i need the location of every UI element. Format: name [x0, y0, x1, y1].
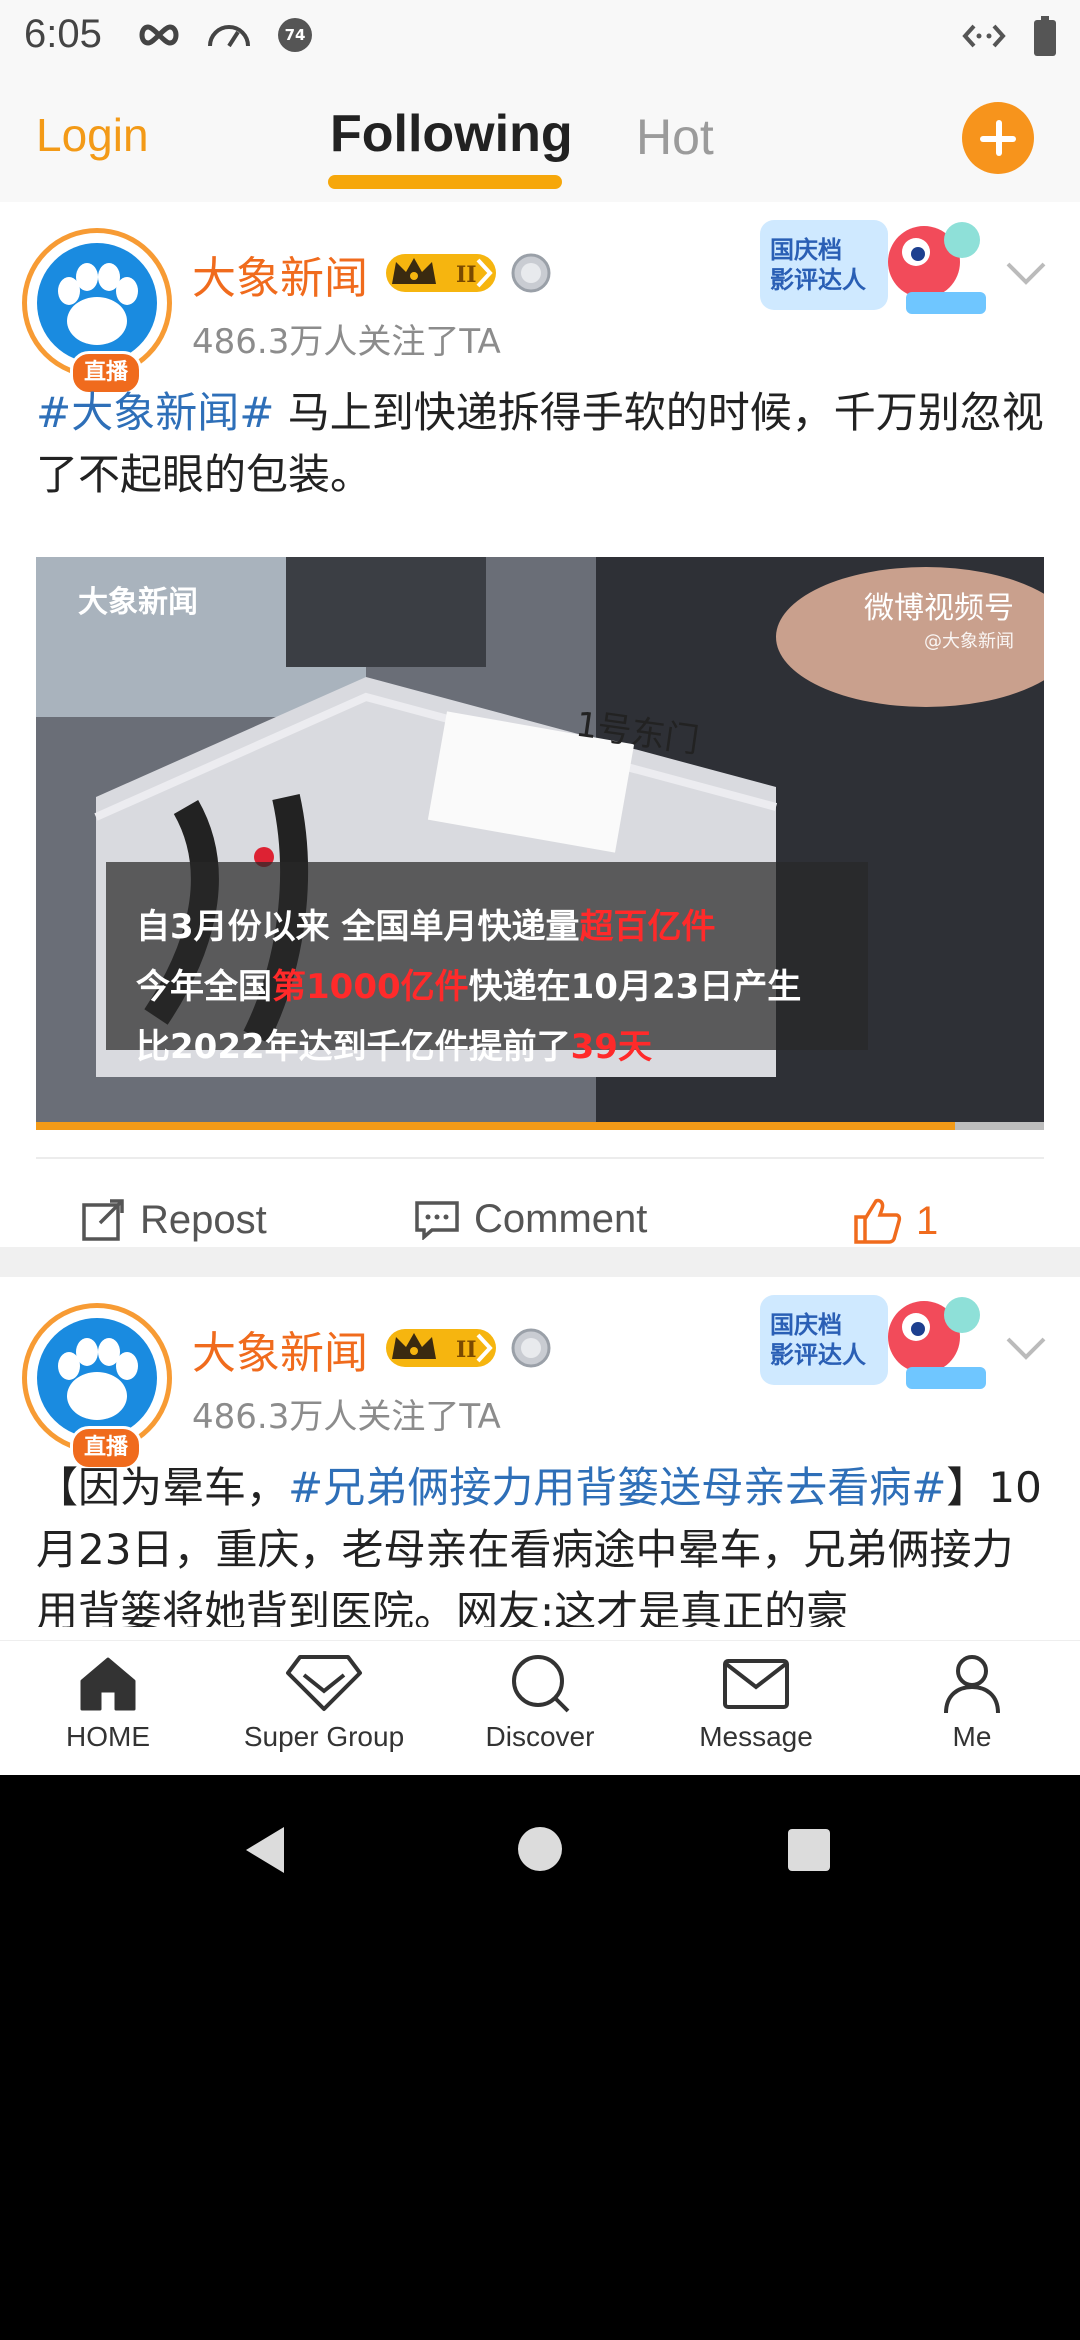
post-text-prefix: 【因为晕车， [36, 1463, 289, 1512]
search-icon [512, 1655, 570, 1713]
video-player[interactable]: 大象新闻 微博视频号 @大象新闻 1号东门 自3月份以来 全国单月快递量超百亿件… [36, 557, 1044, 1122]
bottom-tab-bar: HOME Super Group Discover Message Me [0, 1640, 1080, 1775]
promo-badge-mascot-icon[interactable]: 国庆档影评达人 [756, 212, 1006, 322]
top-navigation: Login Following Hot [0, 72, 1080, 204]
speedometer-icon [208, 25, 250, 48]
watermark-handle: @大象新闻 [924, 631, 1014, 652]
channel-logo-watermark: 大象新闻 [78, 585, 198, 620]
promo-badge-mascot-icon[interactable]: 国庆档影评达人 [756, 1287, 1006, 1397]
notification-badge-icon: 74 [278, 18, 312, 52]
vip-level: II [456, 262, 477, 288]
battery-icon [1034, 16, 1056, 56]
tab-message-label: Message [699, 1721, 813, 1752]
home-circle-icon[interactable] [516, 1825, 564, 1873]
recents-square-icon[interactable] [786, 1827, 832, 1873]
tab-me-label: Me [952, 1721, 992, 1752]
status-time: 6:05 [24, 12, 102, 56]
tab-home-label: HOME [66, 1721, 150, 1752]
tab-following[interactable]: Following [330, 104, 573, 164]
notification-badge-count: 74 [284, 26, 306, 44]
system-navigation-bar [0, 1775, 1080, 1925]
post-separator [0, 1247, 1080, 1277]
follower-count: 486.3万人关注了TA [192, 1397, 501, 1437]
divider [36, 1157, 1044, 1159]
medal-icon [511, 253, 551, 293]
paw-logo-icon [58, 1338, 138, 1420]
tab-message[interactable]: Message [648, 1651, 864, 1753]
comment-icon [415, 1200, 459, 1240]
code-icon [962, 24, 1006, 48]
caption-line-3: 比2022年达到千亿件提前了39天 [136, 1027, 652, 1067]
weibo-app: 6:05 74 Login Following Hot 直播 大象新闻 II 4… [0, 0, 1080, 1775]
follower-count: 486.3万人关注了TA [192, 322, 501, 362]
like-button[interactable]: 1 [852, 1197, 938, 1245]
tab-hot[interactable]: Hot [636, 108, 714, 166]
tab-me[interactable]: Me [864, 1651, 1080, 1753]
status-bar: 6:05 74 [0, 0, 1080, 72]
hashtag-link[interactable]: #兄弟俩接力用背篓送母亲去看病# [288, 1463, 946, 1512]
medal-icon [511, 1328, 551, 1368]
caption-line-1: 自3月份以来 全国单月快递量超百亿件 [136, 907, 716, 947]
repost-label: Repost [140, 1197, 267, 1242]
vip-crown-icon: II [386, 254, 496, 292]
tab-discover[interactable]: Discover [432, 1651, 648, 1753]
avatar[interactable]: 直播 [22, 1303, 172, 1470]
avatar[interactable]: 直播 [22, 228, 172, 395]
active-tab-indicator [328, 175, 562, 189]
comment-button[interactable]: Comment [414, 1197, 647, 1242]
tab-home[interactable]: HOME [0, 1651, 216, 1753]
watermark-title: 微博视频号 [864, 591, 1014, 626]
tab-super-group-label: Super Group [243, 1721, 405, 1752]
weibo-video-watermark: 微博视频号 @大象新闻 [864, 583, 1014, 653]
post-content[interactable]: #大象新闻# 马上到快递拆得手软的时候，千万别忽视了不起眼的包装。 [36, 382, 1046, 506]
hashtag-link[interactable]: #大象新闻# [36, 388, 274, 437]
chevron-down-icon[interactable] [1004, 258, 1048, 288]
thumbs-up-icon [854, 1198, 902, 1244]
diamond-icon [286, 1655, 362, 1711]
post-content[interactable]: 【因为晕车，#兄弟俩接力用背篓送母亲去看病#】10月23日，重庆，老母亲在看病途… [36, 1457, 1046, 1627]
chevron-down-icon[interactable] [1004, 1333, 1048, 1363]
compose-plus-button[interactable] [962, 102, 1034, 174]
tab-super-group[interactable]: Super Group [216, 1651, 432, 1753]
vip-level: II [456, 1337, 477, 1363]
caption-line-2: 今年全国第1000亿件快递在10月23日产生 [136, 967, 802, 1007]
back-icon[interactable] [240, 1823, 290, 1877]
video-progress-bar [36, 1122, 955, 1130]
author-name[interactable]: 大象新闻 [192, 242, 368, 306]
like-count: 1 [916, 1198, 939, 1243]
repost-button[interactable]: Repost [80, 1197, 267, 1243]
mail-icon [723, 1659, 789, 1709]
author-name[interactable]: 大象新闻 [192, 1317, 368, 1381]
comment-label: Comment [474, 1197, 648, 1241]
person-icon [944, 1655, 1000, 1714]
feed-post[interactable]: 直播 大象新闻 II 486.3万人关注了TA 国庆档影评达人 【因为晕车，#兄… [0, 1277, 1080, 1677]
paw-logo-icon [58, 263, 138, 345]
home-icon [80, 1657, 136, 1711]
vip-crown-icon: II [386, 1329, 496, 1367]
login-button[interactable]: Login [36, 108, 149, 162]
repost-icon [82, 1199, 124, 1241]
infinity-icon [139, 24, 179, 46]
tab-discover-label: Discover [485, 1721, 595, 1752]
feed-post[interactable]: 直播 大象新闻 II 486.3万人关注了TA 国庆档影评达人 #大象新闻# 马… [0, 202, 1080, 1247]
